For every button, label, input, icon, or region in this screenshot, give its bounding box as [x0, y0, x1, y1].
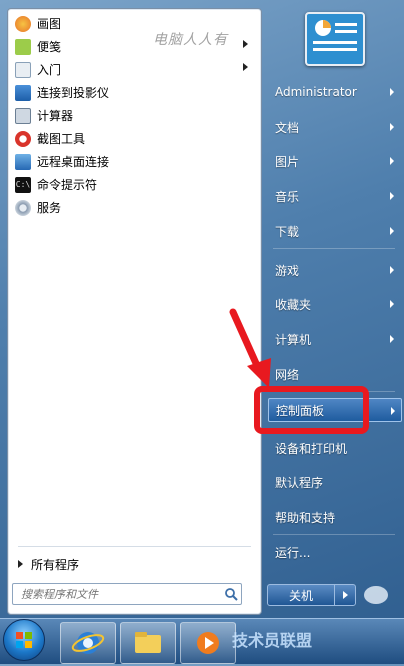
- program-label: 截图工具: [37, 132, 86, 146]
- submenu-arrow-icon: [390, 300, 394, 308]
- menu-item-label: 音乐: [275, 189, 300, 204]
- submenu-arrow-icon: [390, 266, 394, 274]
- calculator-icon: [15, 107, 31, 124]
- submenu-arrow-icon: [391, 407, 395, 415]
- shutdown-button[interactable]: 关机: [267, 584, 335, 606]
- sticky-notes-icon: [15, 38, 31, 55]
- program-label: 连接到投影仪: [37, 86, 110, 100]
- submenu-arrow-icon: [390, 88, 394, 96]
- taskbar-watermark-text: 技术员联盟: [232, 631, 313, 650]
- media-player-icon: [197, 632, 219, 654]
- shutdown-label: 关机: [288, 588, 313, 603]
- menu-item-administrator[interactable]: Administrator: [268, 80, 400, 104]
- taskbar-file-explorer[interactable]: [120, 622, 176, 664]
- menu-item-music[interactable]: 音乐: [268, 184, 400, 208]
- program-label: 入门: [37, 63, 62, 77]
- red-arrow-icon: [229, 308, 271, 388]
- expand-arrow-icon: [18, 560, 23, 568]
- start-button[interactable]: [3, 619, 45, 661]
- program-item-calculator[interactable]: 计算器: [11, 104, 256, 127]
- divider: [18, 546, 251, 547]
- program-item-command-prompt[interactable]: C:\ 命令提示符: [11, 173, 256, 196]
- menu-item-computer[interactable]: 计算机: [268, 327, 400, 351]
- menu-item-label: 游戏: [275, 263, 300, 278]
- menu-item-label: 网络: [275, 367, 300, 382]
- menu-item-favorites[interactable]: 收藏夹: [268, 292, 400, 316]
- projector-icon: [15, 84, 31, 101]
- program-label: 画图: [37, 17, 62, 31]
- menu-item-label: 收藏夹: [275, 297, 312, 312]
- menu-item-default-programs[interactable]: 默认程序: [268, 470, 400, 494]
- program-item-paint[interactable]: 画图: [11, 12, 256, 35]
- folder-icon: [135, 632, 161, 653]
- snipping-tool-icon: [15, 130, 31, 147]
- pinned-programs-list: 画图 便笺 入门 连接到投影仪 计算器 截图工具 远程桌面连接 C:\ 命令提示…: [11, 12, 256, 219]
- remote-desktop-icon: [15, 153, 31, 170]
- search-input[interactable]: [13, 584, 221, 604]
- menu-item-label: 文档: [275, 120, 300, 135]
- programs-pane: 电脑人人有 画图 便笺 入门 连接到投影仪 计算器 截图工具 远程桌面连接 C:…: [7, 8, 262, 615]
- program-item-sticky-notes[interactable]: 便笺: [11, 35, 256, 58]
- menu-item-label: Administrator: [275, 85, 357, 99]
- program-item-getting-started[interactable]: 入门: [11, 58, 256, 81]
- menu-item-label: 默认程序: [275, 475, 324, 490]
- taskbar: 技术员联盟: [0, 618, 404, 664]
- paint-icon: [15, 15, 31, 32]
- search-box[interactable]: [12, 583, 242, 605]
- menu-item-documents[interactable]: 文档: [268, 115, 400, 139]
- command-prompt-icon: C:\: [15, 176, 31, 193]
- menu-item-label: 下载: [275, 224, 300, 239]
- program-label: 命令提示符: [37, 178, 98, 192]
- menu-item-run[interactable]: 运行...: [268, 540, 400, 564]
- menu-item-label: 帮助和支持: [275, 510, 336, 525]
- search-icon[interactable]: [221, 587, 241, 601]
- program-label: 远程桌面连接: [37, 155, 110, 169]
- program-item-projector[interactable]: 连接到投影仪: [11, 81, 256, 104]
- divider: [273, 248, 395, 249]
- menu-item-label: 设备和打印机: [275, 441, 348, 456]
- watermark-logo: [364, 586, 388, 604]
- program-item-snipping-tool[interactable]: 截图工具: [11, 127, 256, 150]
- submenu-arrow-icon: [390, 123, 394, 131]
- divider: [273, 534, 395, 535]
- program-item-services[interactable]: 服务: [11, 196, 256, 219]
- menu-item-network[interactable]: 网络: [268, 362, 400, 386]
- user-avatar[interactable]: [305, 12, 365, 66]
- program-label: 便笺: [37, 40, 62, 54]
- getting-started-icon: [15, 61, 31, 78]
- menu-item-devices-printers[interactable]: 设备和打印机: [268, 436, 400, 460]
- menu-item-downloads[interactable]: 下载: [268, 219, 400, 243]
- program-label: 服务: [37, 201, 62, 215]
- submenu-arrow-icon: [390, 192, 394, 200]
- submenu-arrow-icon: [390, 227, 394, 235]
- submenu-arrow-icon: [243, 63, 248, 71]
- shutdown-options-button[interactable]: [334, 584, 356, 606]
- program-item-remote-desktop[interactable]: 远程桌面连接: [11, 150, 256, 173]
- taskbar-media-player[interactable]: [180, 622, 236, 664]
- services-icon: [15, 199, 31, 216]
- program-label: 计算器: [37, 109, 74, 123]
- menu-item-label: 图片: [275, 154, 300, 169]
- menu-item-pictures[interactable]: 图片: [268, 149, 400, 173]
- submenu-arrow-icon: [390, 157, 394, 165]
- menu-item-help-support[interactable]: 帮助和支持: [268, 505, 400, 529]
- highlight-box: [254, 386, 369, 434]
- chevron-right-icon: [342, 591, 348, 599]
- internet-explorer-icon: [71, 632, 105, 654]
- submenu-arrow-icon: [243, 40, 248, 48]
- taskbar-internet-explorer[interactable]: [60, 622, 116, 664]
- all-programs-button[interactable]: 所有程序: [18, 553, 79, 575]
- menu-item-games[interactable]: 游戏: [268, 258, 400, 282]
- all-programs-label: 所有程序: [31, 557, 80, 572]
- menu-item-label: 运行...: [275, 545, 311, 560]
- windows-logo-icon: [16, 632, 32, 648]
- submenu-arrow-icon: [390, 335, 394, 343]
- menu-item-label: 计算机: [275, 332, 312, 347]
